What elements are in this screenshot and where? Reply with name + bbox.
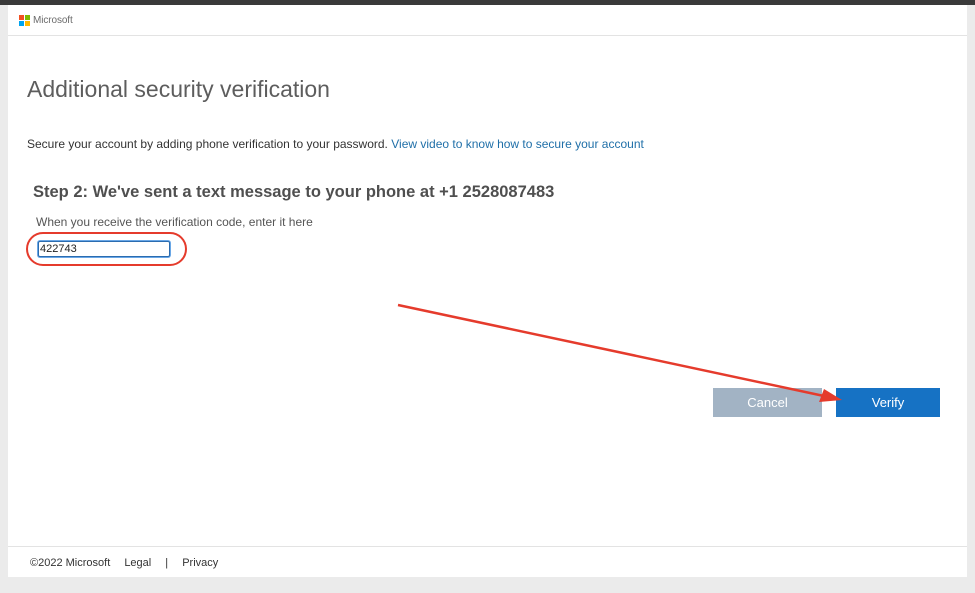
verification-code-input[interactable] <box>38 241 170 257</box>
copyright-text: ©2022 Microsoft <box>30 557 111 569</box>
annotation-arrow-line <box>397 303 825 398</box>
verification-page: Microsoft Additional security verificati… <box>8 5 967 577</box>
page-footer: ©2022 Microsoft Legal | Privacy <box>8 546 967 578</box>
logo-square-red <box>19 15 24 20</box>
legal-link[interactable]: Legal <box>124 557 151 569</box>
cancel-button[interactable]: Cancel <box>713 388 822 417</box>
verify-button[interactable]: Verify <box>836 388 940 417</box>
page-title: Additional security verification <box>27 76 330 102</box>
footer-separator: | <box>165 557 169 569</box>
secure-account-video-link[interactable]: View video to know how to secure your ac… <box>391 137 644 151</box>
code-hint-label: When you receive the verification code, … <box>36 215 313 229</box>
microsoft-logo-icon <box>19 15 30 26</box>
brand-name: Microsoft <box>33 15 73 26</box>
logo-square-yellow <box>25 21 30 26</box>
footer-links: ©2022 Microsoft Legal | Privacy <box>30 557 229 569</box>
microsoft-logo: Microsoft <box>19 15 73 26</box>
intro-text: Secure your account by adding phone veri… <box>27 137 644 151</box>
privacy-link[interactable]: Privacy <box>182 557 218 569</box>
logo-square-green <box>25 15 30 20</box>
logo-square-blue <box>19 21 24 26</box>
step-heading: Step 2: We've sent a text message to you… <box>33 183 555 201</box>
page-header: Microsoft <box>8 5 967 36</box>
intro-description: Secure your account by adding phone veri… <box>27 137 388 151</box>
